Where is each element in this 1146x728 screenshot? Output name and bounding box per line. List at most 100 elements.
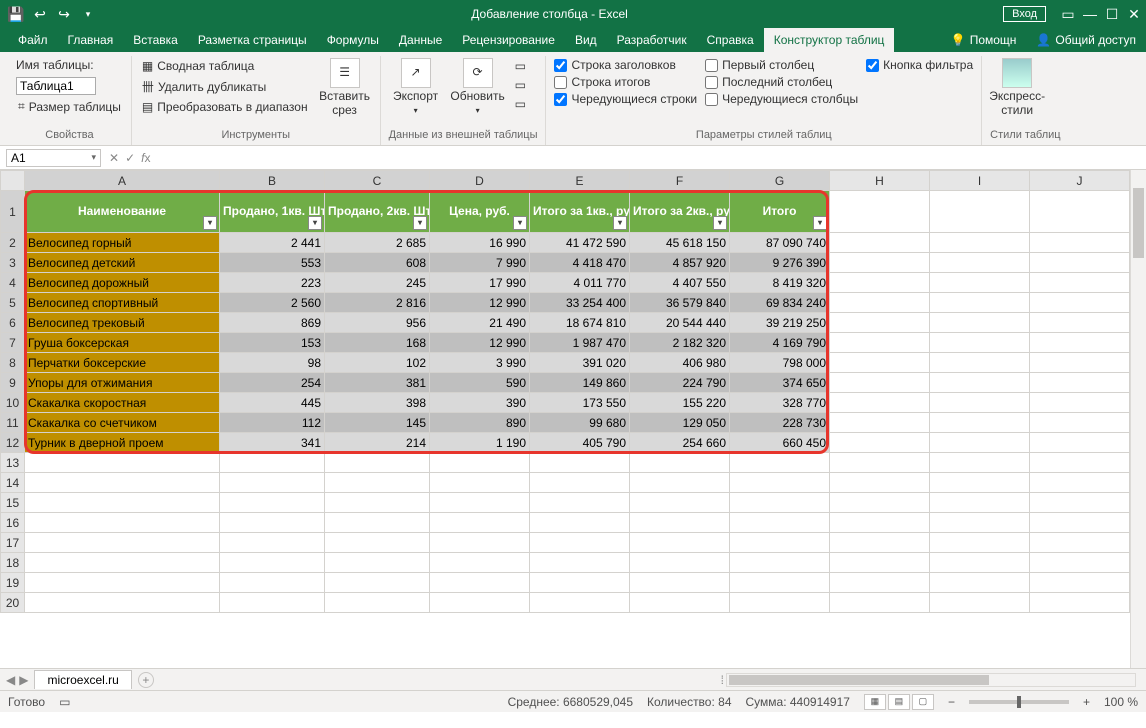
empty-cell[interactable] xyxy=(930,293,1030,313)
row-header[interactable]: 17 xyxy=(1,533,25,553)
data-cell[interactable]: 87 090 740 xyxy=(730,233,830,253)
empty-cell[interactable] xyxy=(930,573,1030,593)
empty-cell[interactable] xyxy=(25,533,220,553)
empty-cell[interactable] xyxy=(830,413,930,433)
empty-cell[interactable] xyxy=(630,573,730,593)
empty-cell[interactable] xyxy=(930,333,1030,353)
empty-cell[interactable] xyxy=(1030,573,1130,593)
data-cell[interactable]: 4 857 920 xyxy=(630,253,730,273)
empty-cell[interactable] xyxy=(220,553,325,573)
data-cell[interactable]: 112 xyxy=(220,413,325,433)
empty-cell[interactable] xyxy=(325,593,430,613)
zoom-slider[interactable] xyxy=(969,700,1069,704)
row-header[interactable]: 4 xyxy=(1,273,25,293)
tab-data[interactable]: Данные xyxy=(389,28,452,52)
empty-cell[interactable] xyxy=(25,593,220,613)
vertical-scrollbar[interactable] xyxy=(1130,170,1146,668)
empty-cell[interactable] xyxy=(325,533,430,553)
data-cell[interactable]: 553 xyxy=(220,253,325,273)
empty-cell[interactable] xyxy=(325,453,430,473)
table-header-cell[interactable]: Продано, 1кв. Шт.▾ xyxy=(220,191,325,233)
empty-cell[interactable] xyxy=(325,573,430,593)
pivot-button[interactable]: ▦Сводная таблица xyxy=(140,58,310,74)
empty-cell[interactable] xyxy=(930,353,1030,373)
qat-customize-icon[interactable]: ▾ xyxy=(80,6,96,22)
tab-help[interactable]: Справка xyxy=(697,28,764,52)
filter-icon[interactable]: ▾ xyxy=(613,216,627,230)
data-cell[interactable]: 2 441 xyxy=(220,233,325,253)
data-cell[interactable]: 3 990 xyxy=(430,353,530,373)
data-cell[interactable]: 102 xyxy=(325,353,430,373)
empty-cell[interactable] xyxy=(630,513,730,533)
empty-cell[interactable] xyxy=(530,573,630,593)
resize-table-button[interactable]: ⌗Размер таблицы xyxy=(16,98,123,115)
empty-cell[interactable] xyxy=(830,533,930,553)
col-header[interactable]: C xyxy=(325,171,430,191)
data-cell[interactable]: 956 xyxy=(325,313,430,333)
data-cell[interactable]: 590 xyxy=(430,373,530,393)
empty-cell[interactable] xyxy=(430,473,530,493)
empty-cell[interactable] xyxy=(930,453,1030,473)
data-cell[interactable]: 149 860 xyxy=(530,373,630,393)
data-cell[interactable]: 39 219 250 xyxy=(730,313,830,333)
data-cell[interactable]: 2 560 xyxy=(220,293,325,313)
insert-slicer-button[interactable]: ☰ Вставить срез xyxy=(318,58,372,118)
empty-cell[interactable] xyxy=(730,533,830,553)
data-cell[interactable]: 21 490 xyxy=(430,313,530,333)
empty-cell[interactable] xyxy=(1030,253,1130,273)
row-header[interactable]: 5 xyxy=(1,293,25,313)
data-cell[interactable]: 36 579 840 xyxy=(630,293,730,313)
empty-cell[interactable] xyxy=(930,233,1030,253)
filter-icon[interactable]: ▾ xyxy=(203,216,217,230)
data-cell[interactable]: 341 xyxy=(220,433,325,453)
ribbon-display-icon[interactable]: ▭ xyxy=(1060,6,1076,22)
empty-cell[interactable] xyxy=(830,493,930,513)
empty-cell[interactable] xyxy=(1030,593,1130,613)
filter-icon[interactable]: ▾ xyxy=(413,216,427,230)
empty-cell[interactable] xyxy=(1030,553,1130,573)
empty-cell[interactable] xyxy=(930,553,1030,573)
zoom-out-icon[interactable]: − xyxy=(948,695,955,709)
data-cell[interactable]: 69 834 240 xyxy=(730,293,830,313)
empty-cell[interactable] xyxy=(530,533,630,553)
redo-icon[interactable]: ↪ xyxy=(56,6,72,22)
empty-cell[interactable] xyxy=(530,553,630,573)
data-cell[interactable]: 168 xyxy=(325,333,430,353)
chk-banded-cols[interactable]: Чередующиеся столбцы xyxy=(705,92,858,106)
share-button[interactable]: 👤Общий доступ xyxy=(1026,28,1146,52)
data-cell[interactable]: 45 618 150 xyxy=(630,233,730,253)
row-header[interactable]: 13 xyxy=(1,453,25,473)
empty-cell[interactable] xyxy=(630,493,730,513)
chk-total-row[interactable]: Строка итогов xyxy=(554,75,697,89)
empty-cell[interactable] xyxy=(430,533,530,553)
data-cell[interactable]: 17 990 xyxy=(430,273,530,293)
row-header[interactable]: 8 xyxy=(1,353,25,373)
col-header[interactable]: B xyxy=(220,171,325,191)
empty-cell[interactable] xyxy=(430,553,530,573)
col-header[interactable]: G xyxy=(730,171,830,191)
col-header[interactable]: J xyxy=(1030,171,1130,191)
table-header-cell[interactable]: Наименование▾ xyxy=(25,191,220,233)
data-cell[interactable]: 155 220 xyxy=(630,393,730,413)
row-header[interactable]: 18 xyxy=(1,553,25,573)
row-header[interactable]: 2 xyxy=(1,233,25,253)
empty-cell[interactable] xyxy=(25,453,220,473)
empty-cell[interactable] xyxy=(630,553,730,573)
table-header-cell[interactable]: Итого за 2кв., руб.▾ xyxy=(630,191,730,233)
enter-formula-icon[interactable]: ✓ xyxy=(125,151,135,165)
empty-cell[interactable] xyxy=(930,473,1030,493)
select-all-cell[interactable] xyxy=(1,171,25,191)
empty-cell[interactable] xyxy=(1030,273,1130,293)
data-cell[interactable]: 4 407 550 xyxy=(630,273,730,293)
empty-cell[interactable] xyxy=(430,573,530,593)
empty-cell[interactable] xyxy=(830,593,930,613)
cancel-formula-icon[interactable]: ✕ xyxy=(109,151,119,165)
data-cell[interactable]: 1 987 470 xyxy=(530,333,630,353)
refresh-button[interactable]: ⟳ Обновить▾ xyxy=(451,58,505,115)
col-header[interactable]: A xyxy=(25,171,220,191)
empty-cell[interactable] xyxy=(830,573,930,593)
empty-cell[interactable] xyxy=(730,493,830,513)
empty-cell[interactable] xyxy=(25,473,220,493)
empty-cell[interactable] xyxy=(930,393,1030,413)
maximize-icon[interactable]: ☐ xyxy=(1104,6,1120,22)
